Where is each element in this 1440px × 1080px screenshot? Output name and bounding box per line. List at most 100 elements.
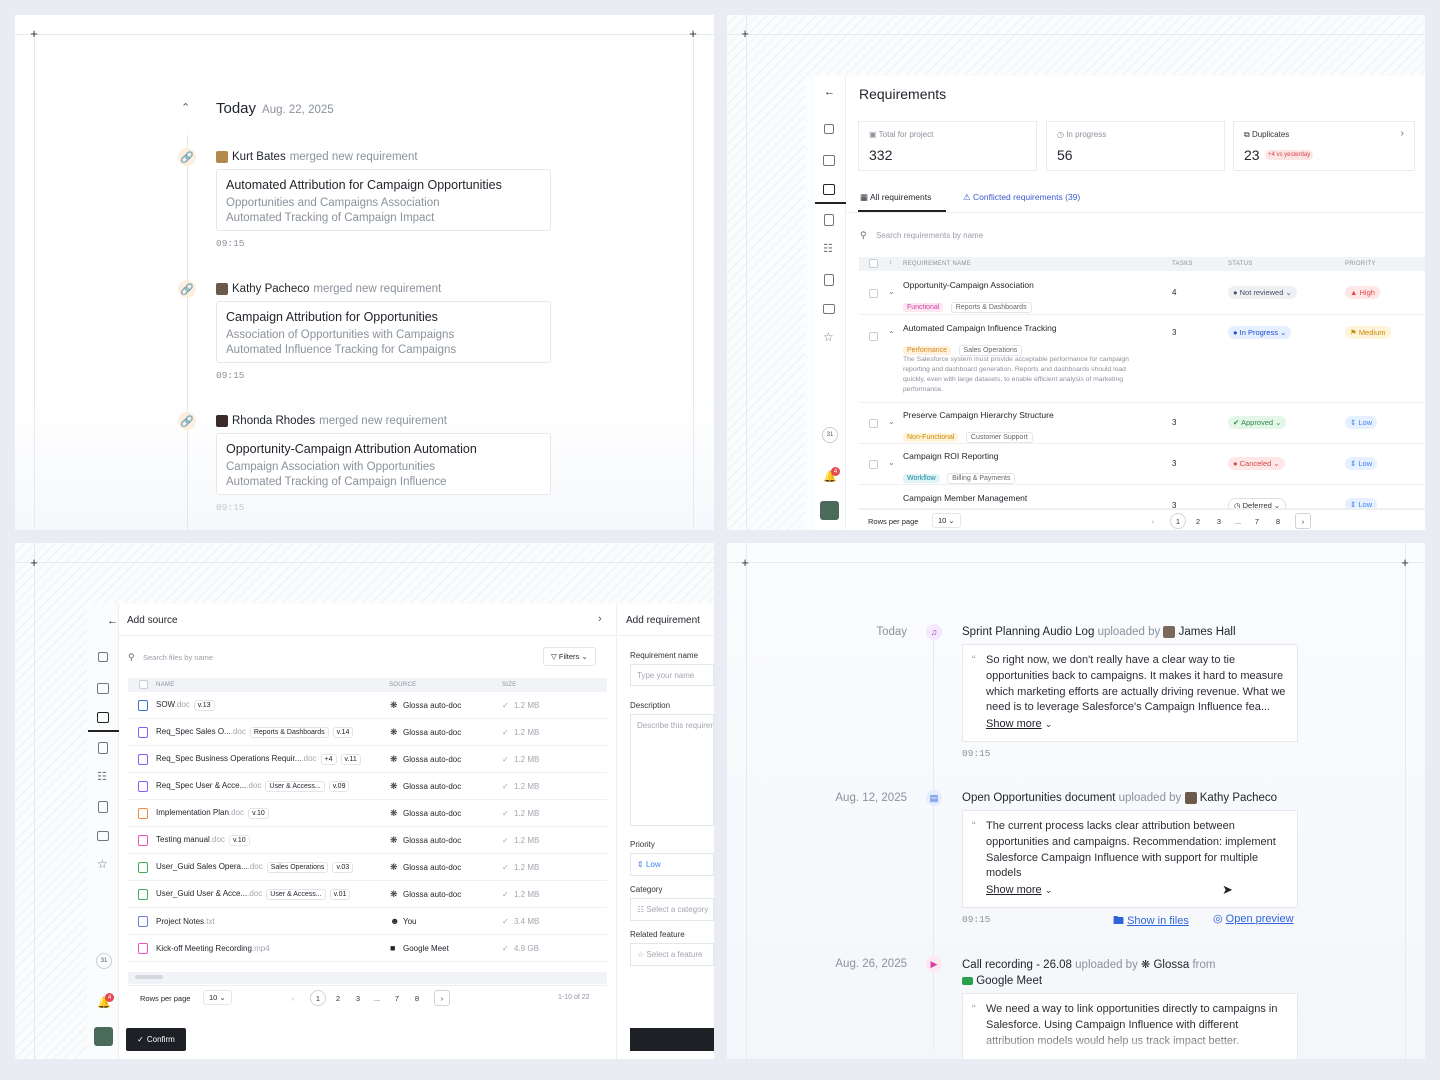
row-checkbox[interactable]: [869, 289, 878, 298]
status-pill[interactable]: ● Canceled ⌄: [1228, 457, 1285, 470]
select-all-checkbox[interactable]: [869, 259, 878, 268]
page-1[interactable]: 1: [1170, 513, 1186, 529]
next-page-icon[interactable]: ›: [1295, 513, 1311, 529]
status-pill[interactable]: ● In Progress ⌄: [1228, 326, 1292, 339]
file-row[interactable]: Req_Spec Sales O....doc Reports & Dashboa…: [128, 719, 607, 746]
star-icon[interactable]: ☆: [823, 330, 834, 344]
item-title[interactable]: Open Opportunities document: [962, 792, 1115, 804]
file-search-icon[interactable]: [824, 274, 834, 286]
file-row[interactable]: User_Guid User & Acce....doc User & Acces…: [128, 881, 607, 908]
page-3[interactable]: 3: [1211, 513, 1227, 529]
avatar[interactable]: [94, 1027, 113, 1046]
file-row[interactable]: Req_Spec User & Acce....doc User & Access…: [128, 773, 607, 800]
table-row[interactable]: ⌄ Opportunity-Campaign Association Funct…: [859, 272, 1425, 315]
search-input[interactable]: Search files by name: [143, 653, 213, 662]
page-7[interactable]: 7: [1249, 513, 1265, 529]
calendar-icon[interactable]: 31: [822, 427, 838, 443]
file-row[interactable]: Testing manual.doc v.10 ❋ Glossa auto-doc ✓ 1…: [128, 827, 607, 854]
user-name[interactable]: Kathy Pacheco: [1200, 792, 1277, 804]
show-more-button[interactable]: Show more ⌄: [986, 717, 1287, 733]
submit-button[interactable]: [630, 1028, 714, 1051]
category-select[interactable]: ☷ Select a category: [630, 898, 714, 921]
chevron-down-icon[interactable]: ⌄: [888, 417, 895, 426]
back-arrow-icon[interactable]: ←: [824, 86, 835, 98]
file-row[interactable]: Implementation Plan.doc v.10 ❋ Glossa auto-…: [128, 800, 607, 827]
page-7[interactable]: 7: [389, 990, 405, 1006]
hierarchy-icon[interactable]: ☷: [823, 242, 833, 255]
status-pill[interactable]: ● Not reviewed ⌄: [1228, 286, 1297, 299]
status-pill[interactable]: ✔ Approved ⌄: [1228, 416, 1287, 429]
panel-icon[interactable]: [824, 124, 834, 134]
feature-select[interactable]: ☆ Select a feature: [630, 943, 714, 966]
page-2[interactable]: 2: [1190, 513, 1206, 529]
table-row[interactable]: Campaign Member Management 3 ◷ Deferred …: [859, 485, 1425, 509]
search-input[interactable]: Search requirements by name: [876, 231, 983, 240]
open-preview-link[interactable]: ◎ Open preview: [1213, 912, 1294, 925]
calendar-icon[interactable]: 31: [96, 953, 112, 969]
chevron-down-icon[interactable]: ⌄: [888, 287, 895, 296]
prev-page-icon[interactable]: ‹: [285, 990, 301, 1006]
requirement-card[interactable]: Automated Attribution for Campaign Oppor…: [216, 169, 551, 231]
requirement-name-input[interactable]: Type your name: [630, 664, 714, 686]
page-2[interactable]: 2: [330, 990, 346, 1006]
user-name[interactable]: Kurt Bates: [232, 151, 286, 163]
page-8[interactable]: 8: [1270, 513, 1286, 529]
page-3[interactable]: 3: [350, 990, 366, 1006]
star-icon[interactable]: ☆: [97, 857, 108, 871]
chevron-right-icon[interactable]: ›: [598, 613, 602, 625]
file-row[interactable]: Req_Spec Business Operations Requir....d…: [128, 746, 607, 773]
stat-card-duplicates[interactable]: ⧉ Duplicates 23 +4 vs yesterday ›: [1233, 121, 1415, 171]
next-page-icon[interactable]: ›: [434, 990, 450, 1006]
back-arrow-icon[interactable]: ←: [107, 615, 118, 627]
rows-per-page-select[interactable]: 10 ⌄: [932, 513, 961, 528]
requirement-card[interactable]: Opportunity-Campaign Attribution Automat…: [216, 433, 551, 495]
board-icon[interactable]: [97, 683, 109, 694]
panel-icon[interactable]: [98, 652, 108, 662]
folder-icon[interactable]: [823, 304, 835, 314]
tab-all-requirements[interactable]: ▦ All requirements: [860, 192, 931, 203]
document-icon[interactable]: [824, 214, 834, 226]
priority-select[interactable]: ⇕ Low: [630, 853, 714, 876]
show-in-files-link[interactable]: 🖿 Show in files: [1113, 912, 1189, 931]
board-icon[interactable]: [823, 155, 835, 166]
col-status[interactable]: STATUS: [1228, 261, 1253, 267]
confirm-button[interactable]: ✓ Confirm: [126, 1028, 186, 1051]
document-icon[interactable]: [98, 742, 108, 754]
item-title[interactable]: Sprint Planning Audio Log: [962, 626, 1094, 638]
chevron-down-icon[interactable]: ⌄: [888, 458, 895, 467]
user-name[interactable]: James Hall: [1179, 626, 1236, 638]
select-all-checkbox[interactable]: [139, 680, 148, 689]
user-name[interactable]: Glossa: [1153, 959, 1189, 971]
scrollbar-track[interactable]: [128, 972, 607, 984]
table-row[interactable]: ⌄ Campaign ROI Reporting Workflow Billin…: [859, 444, 1425, 485]
user-name[interactable]: Rhonda Rhodes: [232, 415, 315, 427]
table-row[interactable]: ⌄ Preserve Campaign Hierarchy Structure …: [859, 403, 1425, 444]
table-row[interactable]: ⌃ Automated Campaign Influence Tracking …: [859, 315, 1425, 403]
col-size[interactable]: SIZE: [502, 682, 517, 688]
file-row[interactable]: Project Notes.txt ☻ You ✓ 3.4 MB: [128, 908, 607, 935]
file-row[interactable]: SOW.doc v.13 ❋ Glossa auto-doc ✓ 1.2 MB: [128, 692, 607, 719]
page-1[interactable]: 1: [310, 990, 326, 1006]
file-search-icon[interactable]: [98, 801, 108, 813]
prev-page-icon[interactable]: ‹: [1145, 513, 1161, 529]
file-row[interactable]: User_Guid Sales Opera....doc Sales Operat…: [128, 854, 607, 881]
description-textarea[interactable]: Describe this requirement: [630, 714, 714, 826]
scrollbar-thumb[interactable]: [135, 975, 163, 979]
row-checkbox[interactable]: [869, 419, 878, 428]
show-more-button[interactable]: Show more ⌄: [986, 883, 1287, 899]
row-checkbox[interactable]: [869, 332, 878, 341]
rows-per-page-select[interactable]: 10 ⌄: [203, 990, 232, 1005]
tab-conflicted[interactable]: ⚠ Conflicted requirements (39): [963, 192, 1080, 203]
requirements-icon[interactable]: [823, 184, 835, 195]
requirements-icon[interactable]: [97, 712, 109, 723]
hierarchy-icon[interactable]: ☷: [97, 770, 107, 783]
file-row[interactable]: Kick-off Meeting Recording.mp4 ■ Google Me…: [128, 935, 607, 962]
row-checkbox[interactable]: [869, 460, 878, 469]
user-name[interactable]: Kathy Pacheco: [232, 283, 309, 295]
collapse-chevron-icon[interactable]: ⌃: [181, 101, 190, 114]
item-title[interactable]: Call recording - 26.08: [962, 959, 1072, 971]
folder-icon[interactable]: [97, 831, 109, 841]
filters-button[interactable]: ▽ Filters ⌄: [543, 647, 596, 666]
requirement-card[interactable]: Campaign Attribution for Opportunities A…: [216, 301, 551, 363]
status-pill[interactable]: ◷ Deferred ⌄: [1228, 498, 1287, 508]
